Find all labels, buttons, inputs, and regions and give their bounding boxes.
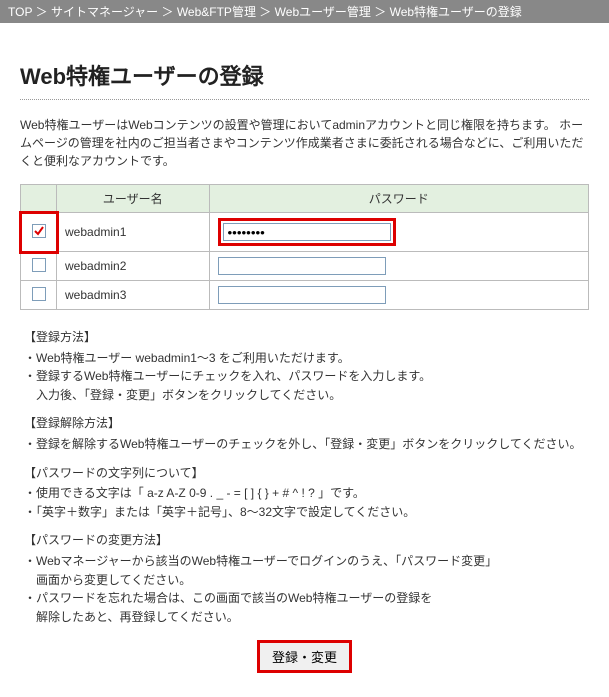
user-cell: webadmin3 bbox=[57, 281, 210, 310]
breadcrumb-item[interactable]: サイトマネージャー bbox=[51, 5, 158, 19]
section-password-change: 【パスワードの変更方法】 ・Webマネージャーから該当のWeb特権ユーザーでログ… bbox=[20, 531, 589, 626]
check-cell bbox=[21, 252, 57, 281]
section-unregister: 【登録解除方法】 ・登録を解除するWeb特権ユーザーのチェックを外し、「登録・変… bbox=[20, 414, 589, 453]
password-input[interactable] bbox=[218, 257, 386, 275]
section-line: ・パスワードを忘れた場合は、この画面で該当のWeb特権ユーザーの登録を bbox=[24, 589, 589, 608]
section-line: ・Web特権ユーザー webadmin1～3 をご利用いただけます。 bbox=[24, 349, 589, 368]
table-row: webadmin1 bbox=[21, 213, 589, 252]
checkbox-unchecked-icon[interactable] bbox=[32, 258, 46, 272]
checkbox-unchecked-icon[interactable] bbox=[32, 287, 46, 301]
section-line: 解除したあと、再登録してください。 bbox=[24, 608, 589, 627]
breadcrumb: TOP ＞ サイトマネージャー ＞ Web&FTP管理 ＞ Webユーザー管理 … bbox=[0, 0, 609, 23]
section-register: 【登録方法】 ・Web特権ユーザー webadmin1～3 をご利用いただけます… bbox=[20, 328, 589, 404]
password-cell bbox=[209, 213, 588, 252]
col-user: ユーザー名 bbox=[57, 185, 210, 213]
section-password-chars: 【パスワードの文字列について】 ・使用できる文字は「 a-z A-Z 0-9 .… bbox=[20, 464, 589, 522]
breadcrumb-item: Web特権ユーザーの登録 bbox=[390, 5, 522, 19]
check-cell bbox=[21, 213, 57, 252]
section-line: ・使用できる文字は「 a-z A-Z 0-9 . _ - = [ ] { } +… bbox=[24, 484, 589, 503]
divider bbox=[20, 99, 589, 100]
section-head: 【登録解除方法】 bbox=[24, 414, 589, 433]
section-head: 【パスワードの変更方法】 bbox=[24, 531, 589, 550]
user-cell: webadmin2 bbox=[57, 252, 210, 281]
submit-button[interactable]: 登録・変更 bbox=[257, 640, 352, 673]
user-cell: webadmin1 bbox=[57, 213, 210, 252]
breadcrumb-sep: ＞ bbox=[36, 5, 48, 19]
password-cell bbox=[209, 281, 588, 310]
breadcrumb-sep: ＞ bbox=[161, 5, 173, 19]
breadcrumb-item[interactable]: Web&FTP管理 bbox=[177, 5, 256, 19]
breadcrumb-sep: ＞ bbox=[374, 5, 386, 19]
section-line: ・「英字＋数字」または「英字＋記号」、8～32文字で設定してください。 bbox=[24, 503, 589, 522]
section-line: ・登録を解除するWeb特権ユーザーのチェックを外し、「登録・変更」ボタンをクリッ… bbox=[24, 435, 589, 454]
page-title: Web特権ユーザーの登録 bbox=[20, 59, 589, 91]
breadcrumb-item[interactable]: TOP bbox=[8, 5, 32, 19]
table-row: webadmin3 bbox=[21, 281, 589, 310]
col-check bbox=[21, 185, 57, 213]
col-password: パスワード bbox=[209, 185, 588, 213]
breadcrumb-sep: ＞ bbox=[259, 5, 271, 19]
password-input[interactable] bbox=[218, 286, 386, 304]
password-input[interactable] bbox=[223, 223, 391, 241]
user-table: ユーザー名 パスワード webadmin1 webadmin2 bbox=[20, 184, 589, 310]
table-row: webadmin2 bbox=[21, 252, 589, 281]
checkbox-checked-icon[interactable] bbox=[32, 224, 46, 238]
page-description: Web特権ユーザーはWebコンテンツの設置や管理においてadminアカウントと同… bbox=[20, 116, 589, 170]
breadcrumb-item[interactable]: Webユーザー管理 bbox=[275, 5, 371, 19]
section-line: ・登録するWeb特権ユーザーにチェックを入れ、パスワードを入力します。 bbox=[24, 367, 589, 386]
section-head: 【登録方法】 bbox=[24, 328, 589, 347]
check-cell bbox=[21, 281, 57, 310]
password-cell bbox=[209, 252, 588, 281]
section-head: 【パスワードの文字列について】 bbox=[24, 464, 589, 483]
section-line: 入力後、「登録・変更」ボタンをクリックしてください。 bbox=[24, 386, 589, 405]
section-line: 画面から変更してください。 bbox=[24, 571, 589, 590]
